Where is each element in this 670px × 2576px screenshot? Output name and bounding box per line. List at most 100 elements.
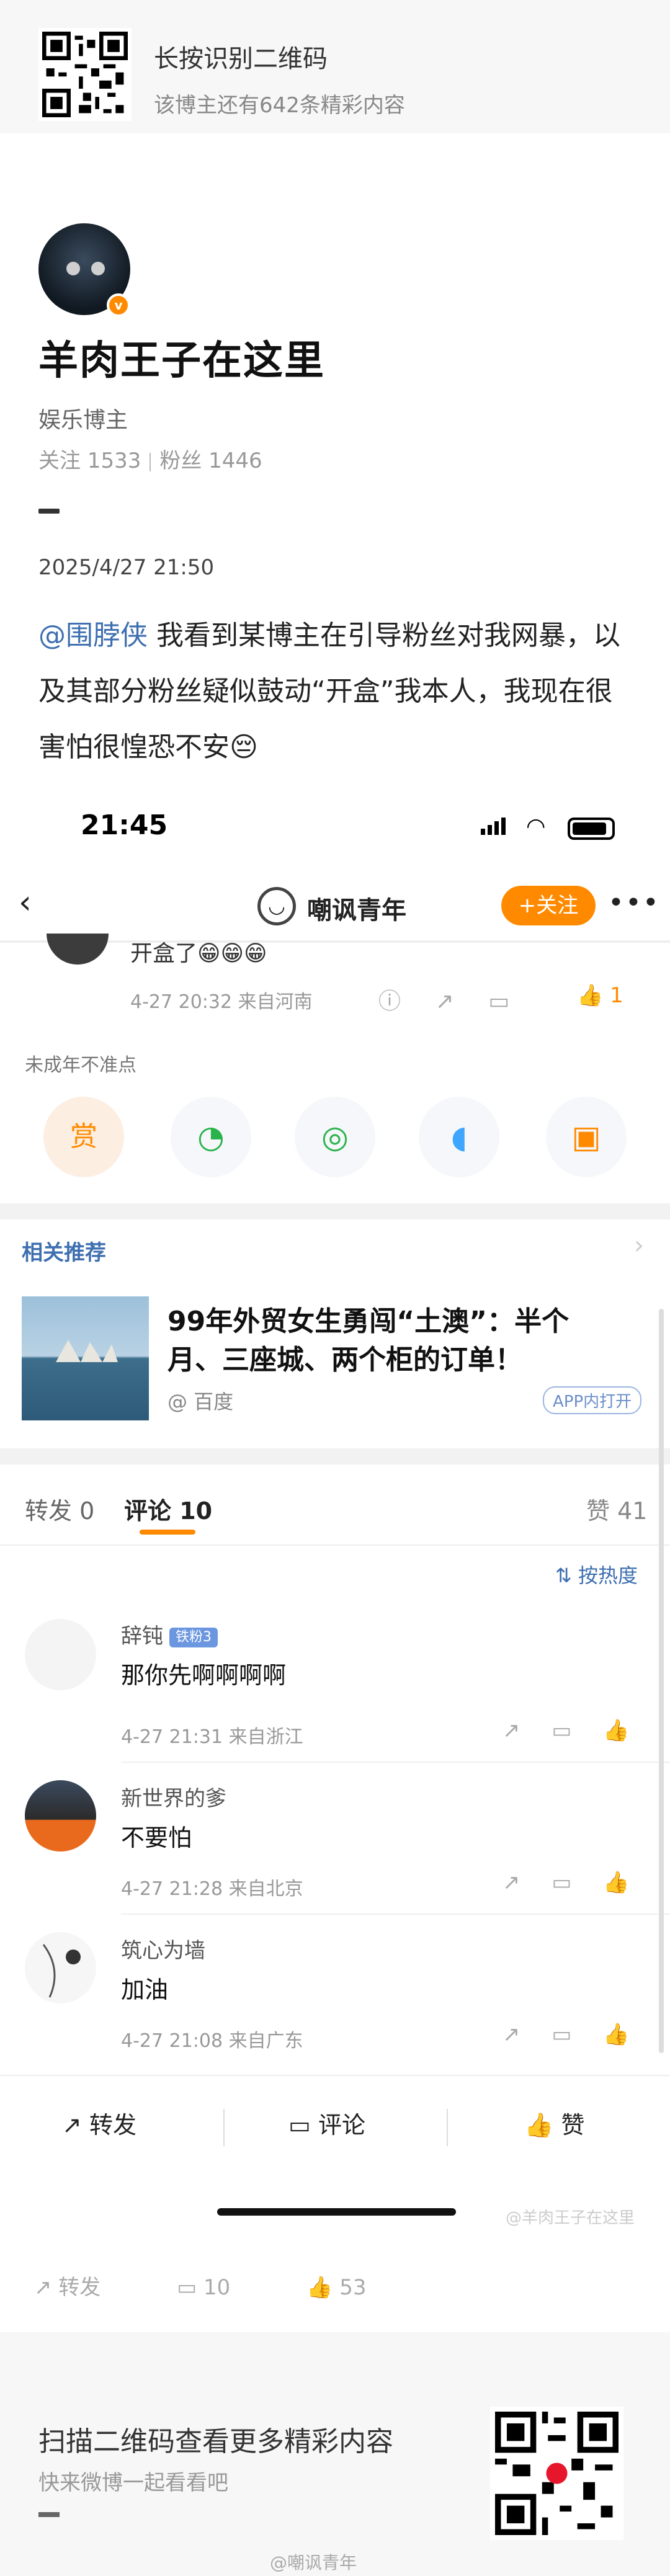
forward-icon: ↗ — [62, 2111, 82, 2139]
comment-meta: 4-27 21:08 来自广东 — [121, 2030, 303, 2052]
comment-action[interactable]: ▭ 评论 — [288, 2106, 365, 2140]
chevron-right-icon[interactable]: › — [634, 1231, 644, 1260]
post-comments[interactable]: ▭ 10 — [177, 2275, 265, 2300]
qq-icon[interactable]: ◖ — [419, 1097, 499, 1177]
comment-avatar[interactable] — [25, 1932, 96, 2003]
related-source: @ 百度 — [168, 1390, 234, 1414]
tab-indicator — [140, 1530, 195, 1535]
divider-dash — [38, 509, 60, 514]
comment-author[interactable]: 新世界的爹 — [121, 1781, 226, 1812]
top-comment-avatar[interactable] — [47, 934, 109, 965]
related-thumbnail[interactable] — [22, 1296, 149, 1420]
following-count[interactable]: 关注 1533 — [38, 448, 141, 473]
followers-count[interactable]: 粉丝 1446 — [159, 448, 262, 473]
profile-name[interactable]: 羊肉王子在这里 — [38, 329, 325, 386]
tab-forward[interactable]: 转发 0 — [25, 1492, 94, 1526]
post-date: 2025/4/27 21:50 — [38, 555, 215, 580]
footer-dash — [38, 2512, 60, 2517]
signal-icon — [481, 818, 508, 835]
more-icon[interactable]: ••• — [608, 887, 660, 919]
report-icon[interactable]: ⓘ — [378, 989, 401, 1014]
page: 长按识别二维码 该博主还有642条精彩内容 v 羊肉王子在这里 娱乐博主 关注 … — [0, 0, 670, 2576]
comment-meta: 4-27 21:28 来自北京 — [121, 1878, 303, 1900]
banner-subtitle: 该博主还有642条精彩内容 — [154, 93, 405, 118]
comment-actions: ↗ ▭ 👍 — [502, 1870, 630, 1895]
comment-avatar[interactable] — [25, 1619, 96, 1690]
comment-icon[interactable]: ▭ — [552, 1718, 571, 1743]
share-icon[interactable]: ↗ — [435, 989, 453, 1014]
avatar-eye-left — [66, 262, 80, 275]
profile-stats: 关注 1533 粉丝 1446 — [38, 443, 262, 474]
comment-actions: ↗ ▭ 👍 — [502, 2022, 630, 2047]
nav-avatar[interactable]: ◡ — [257, 887, 296, 925]
scrollbar[interactable] — [659, 1309, 664, 2053]
banner-title: 长按识别二维码 — [154, 45, 328, 73]
forward-action[interactable]: ↗ 转发 — [62, 2106, 136, 2140]
comment-icon: ▭ — [288, 2111, 311, 2139]
watermark: @羊肉王子在这里 — [506, 2209, 635, 2227]
share-icon[interactable]: ↗ — [502, 1870, 520, 1895]
comment-divider — [121, 1762, 670, 1763]
comment-icon[interactable]: ▭ — [552, 2022, 571, 2047]
footer-title: 扫描二维码查看更多精彩内容 — [38, 2426, 393, 2458]
like-count: 1 — [610, 983, 623, 1008]
post-text: @围脖侠 我看到某博主在引导粉丝对我网暴，以及其部分粉丝疑似鼓动“开盒”我本人，… — [38, 608, 634, 775]
battery-icon — [568, 818, 615, 840]
moments-icon[interactable]: ◎ — [295, 1097, 375, 1177]
tab-like[interactable]: 赞 41 — [586, 1492, 647, 1526]
footer-subtitle: 快来微博一起看看吧 — [38, 2471, 228, 2495]
post-forward[interactable]: ↗ 转发 — [34, 2275, 135, 2300]
comment-text: 不要怕 — [121, 1824, 192, 1852]
thumb-up-icon[interactable]: 👍 — [603, 1718, 629, 1743]
tab-comment[interactable]: 评论 10 — [124, 1492, 212, 1526]
nav-title[interactable]: 嘲讽青年 — [307, 890, 406, 926]
footer-watermark: @嘲讽青年 — [270, 2552, 357, 2573]
comment-text: 那你先啊啊啊啊 — [121, 1662, 287, 1689]
section-gap — [0, 1448, 670, 1464]
save-image-icon[interactable]: ▣ — [546, 1097, 627, 1177]
avatar-eye-right — [91, 262, 105, 275]
section-gap — [0, 1203, 670, 1219]
comment-actions: ↗ ▭ 👍 — [502, 1718, 630, 1743]
related-headline[interactable]: 99年外贸女生勇闯“土澳”：半个月、三座城、两个柜的订单！ — [168, 1303, 614, 1379]
comment-text: 加油 — [121, 1976, 169, 2003]
share-icon[interactable]: ↗ — [502, 2022, 520, 2047]
sort-label: 按热度 — [578, 1564, 638, 1587]
comment-avatar[interactable] — [25, 1780, 96, 1852]
related-title: 相关推荐 — [22, 1241, 106, 1265]
thumb-up-icon: 👍 — [577, 983, 604, 1008]
like-action[interactable]: 👍 赞 — [524, 2106, 584, 2140]
status-time: 21:45 — [81, 809, 168, 841]
share-icon[interactable]: ↗ — [502, 1718, 520, 1743]
top-comment-text: 开盒了😁😁😁 — [130, 941, 267, 966]
open-in-app-button[interactable]: APP内打开 — [543, 1386, 642, 1414]
profile-role: 娱乐博主 — [38, 408, 128, 433]
follow-button[interactable]: +关注 — [501, 886, 596, 925]
sort-button[interactable]: ⇅ 按热度 — [555, 1560, 638, 1589]
comment-author[interactable]: 辞钝 铁粉3 — [121, 1619, 218, 1649]
qr-code-small — [38, 28, 132, 121]
thumb-up-icon[interactable]: 👍 — [603, 2022, 629, 2047]
minor-notice: 未成年不准点 — [25, 1054, 136, 1076]
wechat-icon[interactable]: ◔ — [171, 1097, 251, 1177]
comment-icon[interactable]: ▭ — [552, 1870, 571, 1895]
fan-badge: 铁粉3 — [169, 1627, 218, 1647]
wifi-icon: ◠ — [526, 814, 546, 839]
back-icon[interactable]: ‹ — [19, 884, 32, 921]
comment-author[interactable]: 筑心为墙 — [121, 1933, 205, 1964]
comment-icon[interactable]: ▭ — [488, 989, 509, 1014]
post-actions: ↗ 转发 ▭ 10 👍 53 — [34, 2270, 436, 2301]
bottom-divider — [0, 2075, 670, 2076]
thumb-up-icon: 👍 — [524, 2111, 554, 2139]
mention-link[interactable]: @围脖侠 — [38, 620, 148, 651]
qr-code-large — [490, 2407, 623, 2540]
action-separator — [447, 2109, 448, 2146]
top-comment-like[interactable]: 👍 1 — [577, 983, 623, 1008]
post-likes[interactable]: 👍 53 — [306, 2275, 401, 2300]
verified-badge-icon: v — [107, 293, 130, 317]
top-comment-actions: ⓘ ↗ ▭ — [378, 983, 509, 1015]
action-separator — [223, 2109, 225, 2146]
comment-meta: 4-27 21:31 来自浙江 — [121, 1726, 303, 1748]
reward-button[interactable]: 赏 — [43, 1097, 124, 1177]
thumb-up-icon[interactable]: 👍 — [603, 1870, 629, 1895]
